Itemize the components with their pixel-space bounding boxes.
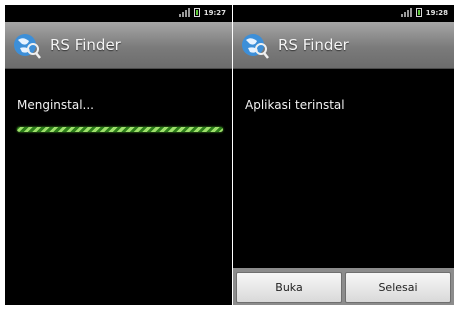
- status-time: 19:27: [203, 8, 226, 17]
- signal-icon: [178, 8, 190, 17]
- installed-message: Aplikasi terinstal: [245, 98, 345, 112]
- app-title: RS Finder: [50, 36, 121, 54]
- phone-screen-installing: 19:27 RS Finder Menginstal...: [5, 5, 232, 305]
- done-button[interactable]: Selesai: [345, 272, 451, 303]
- install-progress-bar: [17, 127, 223, 132]
- status-time: 19:28: [425, 8, 448, 17]
- rs-finder-globe-icon: [14, 34, 41, 59]
- battery-icon: [415, 8, 422, 17]
- app-title: RS Finder: [278, 36, 349, 54]
- action-button-bar: Buka Selesai: [233, 268, 454, 305]
- app-title-bar: RS Finder: [5, 22, 232, 69]
- phone-screen-installed: 19:28 RS Finder Aplikasi terinstal Buka …: [233, 5, 454, 305]
- status-bar: 19:28: [233, 5, 454, 22]
- status-bar: 19:27: [5, 5, 232, 22]
- installing-message: Menginstal...: [17, 98, 94, 112]
- signal-icon: [400, 8, 412, 17]
- app-title-bar: RS Finder: [233, 22, 454, 69]
- rs-finder-globe-icon: [242, 34, 269, 59]
- battery-icon: [193, 8, 200, 17]
- installed-content: Aplikasi terinstal Buka Selesai: [233, 69, 454, 305]
- install-content: Menginstal...: [5, 69, 232, 305]
- open-button[interactable]: Buka: [236, 272, 342, 303]
